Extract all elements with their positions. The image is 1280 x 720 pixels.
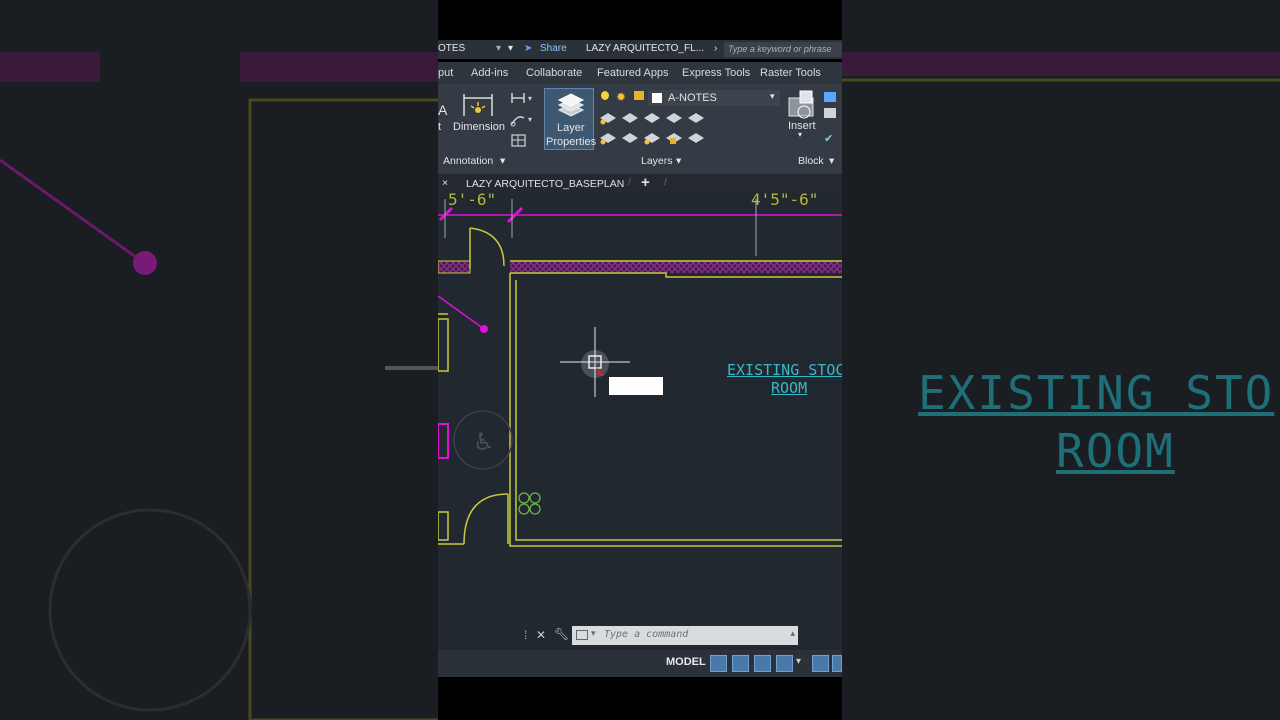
- model-space-button[interactable]: MODEL: [666, 656, 706, 668]
- osnap-toggle-icon[interactable]: [812, 655, 829, 672]
- svg-text:♿: ♿: [473, 428, 495, 456]
- ribbon-tabs: put Add-ins Collaborate Featured Apps Ex…: [438, 62, 842, 84]
- svg-text:▾: ▾: [528, 115, 532, 124]
- background-room-label-line2: ROOM: [1056, 424, 1175, 478]
- status-bar: MODEL ▾: [438, 650, 842, 677]
- snap-toggle-icon[interactable]: [732, 655, 749, 672]
- command-customize-icon[interactable]: 🔧︎: [554, 627, 569, 641]
- text-icon[interactable]: A: [438, 102, 447, 118]
- block-editor-icon[interactable]: ✔: [824, 132, 833, 145]
- layer-properties-label-line2: Properties: [546, 136, 597, 148]
- new-tab-button[interactable]: +: [641, 174, 650, 191]
- workspace-dropdown-icon[interactable]: ▾: [496, 43, 501, 54]
- command-history-dropdown-icon[interactable]: ▾: [591, 628, 596, 639]
- layers-group-label[interactable]: Layers: [641, 155, 673, 167]
- text-button-partial[interactable]: t: [438, 121, 441, 133]
- layer-properties-button[interactable]: Layer Properties: [544, 88, 597, 150]
- layer-dropdown-arrow-icon[interactable]: ▾: [770, 91, 775, 102]
- ribbon-panel: Dimension A t ▾ ▾ Annotation ▾ Layer Pro…: [438, 84, 842, 174]
- search-input[interactable]: Type a keyword or phrase: [724, 42, 842, 57]
- status-dropdown-icon[interactable]: ▾: [796, 656, 801, 667]
- grid-toggle-icon[interactable]: [710, 655, 727, 672]
- command-history-icon[interactable]: [576, 630, 588, 640]
- insert-block-icon[interactable]: [788, 90, 840, 124]
- dimension-button[interactable]: Dimension: [453, 121, 505, 133]
- layers-expand-icon[interactable]: ▾: [676, 155, 681, 167]
- command-line[interactable]: ▾ Type a command ▴: [572, 626, 798, 645]
- title-bar: OTES ▾ ▾ ➤ Share LAZY ARQUITECTO_FL... ›…: [438, 40, 842, 59]
- quick-access-dropdown-icon[interactable]: ▾: [508, 43, 513, 54]
- layer-dropdown[interactable]: A-NOTES ▾: [648, 90, 780, 106]
- annotation-tools-icons[interactable]: ▾ ▾: [510, 90, 538, 148]
- annotation-expand-icon[interactable]: ▾: [500, 155, 505, 167]
- tab-add-ins[interactable]: Add-ins: [471, 67, 508, 79]
- layer-freeze-icon[interactable]: ✹: [616, 90, 626, 104]
- command-close-icon[interactable]: ✕: [536, 628, 546, 642]
- drawing-canvas[interactable]: ♿ 5'-6" 4'5"-6" EXISTING STOC ROOM ⁞ ✕ 🔧…: [438, 190, 842, 676]
- tab-separator-2: /: [664, 176, 667, 188]
- share-button[interactable]: Share: [540, 43, 567, 54]
- tab-express-tools[interactable]: Express Tools: [682, 67, 750, 79]
- command-expand-icon[interactable]: ▴: [790, 628, 795, 639]
- tab-output[interactable]: put: [438, 67, 453, 79]
- floor-plan-drawing: ♿: [438, 199, 842, 547]
- dimension-icon[interactable]: [460, 88, 496, 120]
- room-label-line1[interactable]: EXISTING STOC: [727, 361, 842, 379]
- command-grip-icon[interactable]: ⁞: [524, 628, 527, 642]
- annotation-toggle-icon[interactable]: [832, 655, 842, 672]
- layer-on-icon[interactable]: [601, 91, 609, 100]
- tab-raster-tools[interactable]: Raster Tools: [760, 67, 821, 79]
- chevron-right-icon[interactable]: ›: [714, 43, 717, 54]
- layer-lock-icon[interactable]: [634, 91, 644, 100]
- share-icon[interactable]: ➤: [524, 43, 532, 54]
- current-layer-name: A-NOTES: [668, 92, 717, 104]
- close-tab-icon[interactable]: ×: [442, 177, 448, 189]
- ortho-toggle-icon[interactable]: [754, 655, 771, 672]
- background-left-drawing: [0, 52, 438, 720]
- insert-dropdown-icon[interactable]: ▾: [798, 130, 802, 139]
- layer-properties-label-line1: Layer: [557, 122, 585, 134]
- polar-toggle-icon[interactable]: [776, 655, 793, 672]
- tab-collaborate[interactable]: Collaborate: [526, 67, 582, 79]
- layer-tools-icons[interactable]: [600, 110, 710, 148]
- tab-separator: /: [628, 176, 631, 188]
- block-group-label[interactable]: Block: [798, 155, 824, 167]
- dimension-text-left: 5'-6": [448, 190, 497, 209]
- tab-drawing-baseplan[interactable]: LAZY ARQUITECTO_BASEPLAN: [466, 178, 624, 190]
- layer-properties-icon: [557, 93, 585, 117]
- room-label-line2[interactable]: ROOM: [771, 379, 807, 397]
- autocad-window: OTES ▾ ▾ ➤ Share LAZY ARQUITECTO_FL... ›…: [438, 0, 842, 720]
- command-input[interactable]: Type a command: [604, 629, 688, 640]
- dynamic-input-box[interactable]: [609, 377, 663, 395]
- background-right-drawing: [842, 52, 1280, 82]
- workspace-name[interactable]: OTES: [438, 43, 465, 54]
- tab-featured-apps[interactable]: Featured Apps: [597, 67, 669, 79]
- annotation-group-label[interactable]: Annotation: [443, 155, 493, 167]
- background-left-blur: [0, 0, 438, 720]
- file-title: LAZY ARQUITECTO_FL...: [586, 43, 704, 54]
- background-room-label-line1: EXISTING STO: [918, 366, 1275, 420]
- block-expand-icon[interactable]: ▾: [829, 155, 834, 167]
- svg-text:▾: ▾: [528, 94, 532, 103]
- layer-color-swatch: [652, 93, 662, 103]
- dimension-text-right: 4'5"-6": [751, 190, 819, 209]
- background-right-blur: EXISTING STO ROOM: [842, 0, 1280, 720]
